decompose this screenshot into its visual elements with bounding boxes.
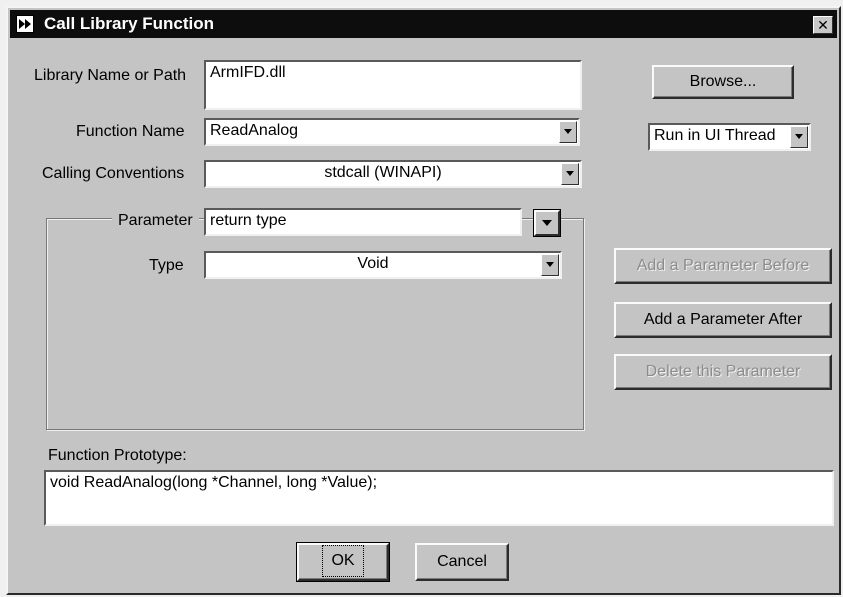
type-label: Type <box>149 257 184 274</box>
library-path-input[interactable]: ArmIFD.dll <box>204 60 582 110</box>
function-name-label: Function Name <box>76 123 185 140</box>
prototype-display: void ReadAnalog(long *Channel, long *Val… <box>44 470 834 526</box>
thread-select[interactable]: Run in UI Thread <box>648 123 811 151</box>
cancel-button[interactable]: Cancel <box>415 543 509 581</box>
parameter-group <box>46 218 584 430</box>
chevron-down-icon <box>542 220 552 226</box>
delete-parameter-button[interactable]: Delete this Parameter <box>614 354 832 390</box>
run-arrow-icon <box>16 15 34 33</box>
thread-value: Run in UI Thread <box>654 127 776 144</box>
title-bar[interactable]: Call Library Function ✕ <box>10 10 837 38</box>
type-value: Void <box>357 255 389 272</box>
prototype-text: void ReadAnalog(long *Channel, long *Val… <box>50 474 378 491</box>
calling-conventions-select[interactable]: stdcall (WINAPI) <box>204 160 582 188</box>
ok-button[interactable]: OK <box>296 542 390 582</box>
add-parameter-before-button[interactable]: Add a Parameter Before <box>614 248 832 284</box>
function-name-value: ReadAnalog <box>210 122 299 139</box>
close-icon: ✕ <box>817 17 829 33</box>
chevron-down-icon[interactable] <box>790 126 808 148</box>
dialog-title: Call Library Function <box>44 14 215 33</box>
browse-button[interactable]: Browse... <box>652 65 794 99</box>
type-select[interactable]: Void <box>204 251 562 279</box>
library-path-value: ArmIFD.dll <box>210 64 286 81</box>
ok-button-label: OK <box>322 545 364 577</box>
chevron-down-icon[interactable] <box>561 163 579 185</box>
close-button[interactable]: ✕ <box>813 16 833 34</box>
parameter-name-input[interactable]: return type <box>204 208 522 236</box>
library-label: Library Name or Path <box>34 67 187 84</box>
function-name-combo[interactable]: ReadAnalog <box>204 118 580 146</box>
call-library-dialog: Call Library Function ✕ Library Name or … <box>6 6 841 595</box>
parameter-select-button[interactable] <box>533 209 561 237</box>
add-parameter-after-button[interactable]: Add a Parameter After <box>614 302 832 338</box>
calling-conventions-label: Calling Conventions <box>42 165 185 182</box>
parameter-label: Parameter <box>112 212 199 230</box>
chevron-down-icon[interactable] <box>541 254 559 276</box>
calling-conventions-value: stdcall (WINAPI) <box>324 164 442 181</box>
prototype-label: Function Prototype: <box>48 447 187 464</box>
parameter-name-value: return type <box>210 212 287 229</box>
chevron-down-icon[interactable] <box>559 121 577 143</box>
